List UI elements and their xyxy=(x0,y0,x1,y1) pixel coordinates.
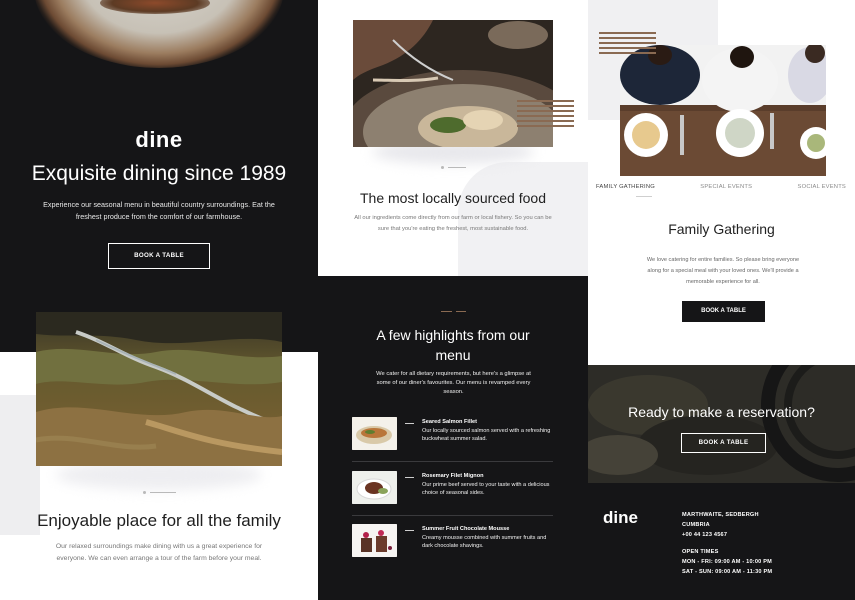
phone-number: +00 44 123 4567 xyxy=(682,532,728,538)
book-table-button[interactable]: BOOK A TABLE xyxy=(108,243,210,269)
footer-logo[interactable]: dine xyxy=(603,508,638,528)
address-line: MARTHWAITE, SEDBERGH xyxy=(682,512,759,518)
book-table-button[interactable]: BOOK A TABLE xyxy=(681,433,766,453)
tab-social-events[interactable]: SOCIAL EVENTS xyxy=(798,184,846,194)
hero-description: Experience our seasonal menu in beautifu… xyxy=(43,200,275,221)
salmon-thumbnail xyxy=(352,417,397,450)
tab-special-events[interactable]: SPECIAL EVENTS xyxy=(700,184,752,194)
menu-item: Summer Fruit Chocolate Mousse Creamy mou… xyxy=(352,524,553,578)
menu-item: Rosemary Filet Mignon Our prime beef ser… xyxy=(352,471,553,525)
menu-dash xyxy=(405,477,414,478)
filet-mignon-thumbnail xyxy=(352,471,397,504)
section-divider xyxy=(441,310,466,313)
reservation-title: Ready to make a reservation? xyxy=(628,404,815,420)
local-food-description: All our ingredients come directly from o… xyxy=(354,215,552,232)
family-description: Our relaxed surroundings make dining wit… xyxy=(55,543,263,562)
logo[interactable]: dine xyxy=(0,127,318,153)
highlights-title: A few highlights from our menu xyxy=(376,327,530,363)
menu-item-description: Our prime beef served to your taste with… xyxy=(422,482,550,496)
events-description: We love catering for entire families. So… xyxy=(646,257,800,285)
menu-item-description: Our locally sourced salmon served with a… xyxy=(422,428,551,442)
decor-stripes xyxy=(517,100,574,127)
family-title: Enjoyable place for all the family xyxy=(37,511,281,530)
events-title: Family Gathering xyxy=(668,221,775,237)
footer-info: MARTHWAITE, SEDBERGH CUMBRIA +00 44 123 … xyxy=(682,510,772,577)
menu-separator xyxy=(352,515,553,516)
events-tabs: FAMILY GATHERING SPECIAL EVENTS SOCIAL E… xyxy=(596,184,846,194)
hours-weekday: MON - FRI: 09:00 AM - 10:00 PM xyxy=(682,559,773,565)
highlights-description: We cater for all dietary requirements, b… xyxy=(376,371,531,395)
local-food-title: The most locally sourced food xyxy=(360,190,546,206)
menu-separator xyxy=(352,461,553,462)
hero-title: Exquisite dining since 1989 xyxy=(31,162,287,185)
reservation-banner xyxy=(588,365,855,483)
tab-family-gathering[interactable]: FAMILY GATHERING xyxy=(596,184,655,194)
mousse-thumbnail xyxy=(352,524,397,557)
menu-dash xyxy=(405,423,414,424)
menu-item-name: Summer Fruit Chocolate Mousse xyxy=(422,526,510,532)
dish-image xyxy=(353,20,553,147)
section-divider xyxy=(441,166,466,169)
active-tab-indicator xyxy=(636,196,652,197)
menu-item-description: Creamy mousse combined with summer fruit… xyxy=(422,535,547,549)
book-table-button[interactable]: BOOK A TABLE xyxy=(682,301,765,322)
section-divider xyxy=(143,491,176,494)
menu-item-name: Rosemary Filet Mignon xyxy=(422,473,484,479)
menu-item-name: Seared Salmon Fillet xyxy=(422,419,478,425)
hours-title: OPEN TIMES xyxy=(682,549,719,555)
family-gathering-image xyxy=(620,45,826,176)
address-line: CUMBRIA xyxy=(682,522,710,528)
decor-stripes xyxy=(599,32,656,54)
landscape-image xyxy=(36,312,282,466)
menu-item: Seared Salmon Fillet Our locally sourced… xyxy=(352,417,553,471)
hours-weekend: SAT - SUN: 09:00 AM - 11:30 PM xyxy=(682,569,773,575)
menu-dash xyxy=(405,530,414,531)
